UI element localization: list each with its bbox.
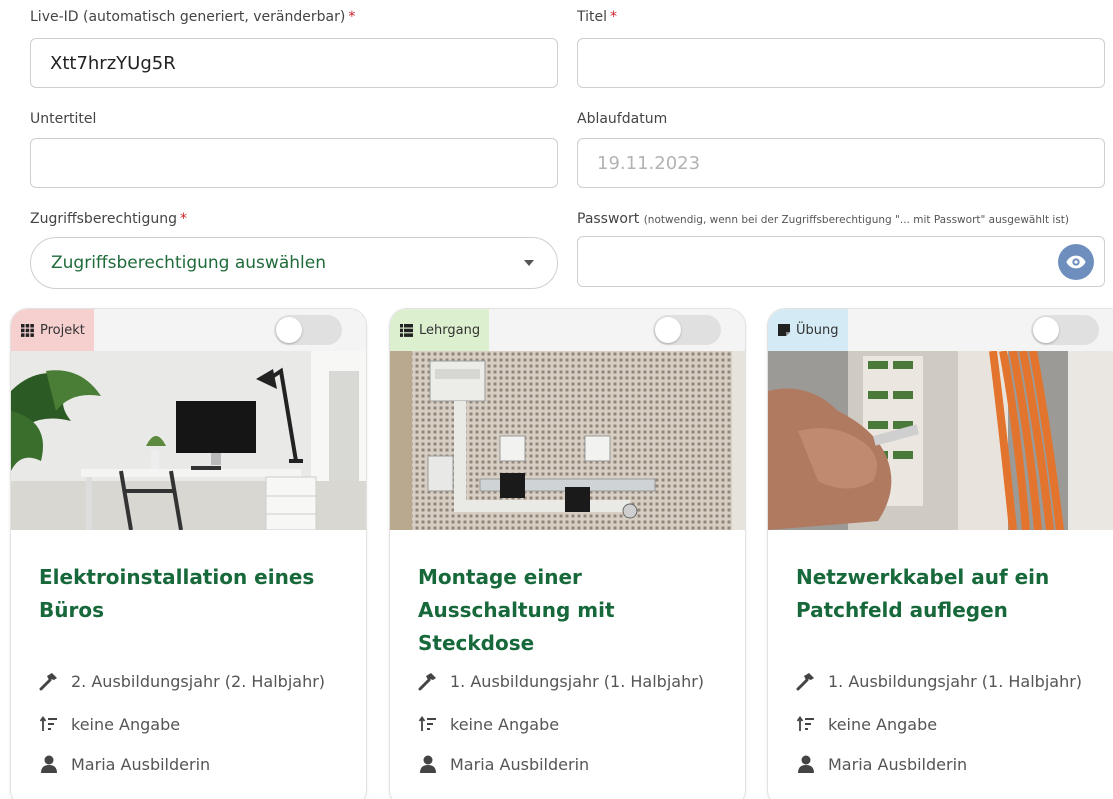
toggle-knob <box>655 317 681 343</box>
meta-author-text: Maria Ausbilderin <box>450 754 590 774</box>
card-meta-author: Maria Ausbilderin <box>796 754 967 774</box>
eye-icon <box>1066 255 1086 269</box>
meta-level-text: keine Angabe <box>450 714 560 734</box>
meta-author-text: Maria Ausbilderin <box>71 754 211 774</box>
card-header: Lehrgang <box>390 309 745 351</box>
type-label: Lehrgang <box>419 322 481 338</box>
card-title[interactable]: Montage einer Ausschaltung mit Steckdose <box>418 561 718 660</box>
card-meta-level: keine Angabe <box>796 714 937 734</box>
live-id-input[interactable] <box>30 38 558 88</box>
toggle-knob <box>276 317 302 343</box>
card-meta-level: keine Angabe <box>418 714 559 734</box>
office-desk-image <box>11 351 366 530</box>
title-label: Titel * <box>577 9 618 25</box>
required-marker: * <box>610 9 618 25</box>
expiry-date-input[interactable] <box>577 138 1105 188</box>
card-meta-author: Maria Ausbilderin <box>418 754 589 774</box>
card-meta-year: 1. Ausbildungsjahr (1. Halbjahr) <box>418 671 704 691</box>
password-input[interactable] <box>577 236 1105 287</box>
sort-level-icon <box>418 715 436 731</box>
required-marker: * <box>348 9 356 25</box>
publish-toggle[interactable] <box>1031 315 1099 345</box>
publish-toggle[interactable] <box>274 315 342 345</box>
live-id-label: Live-ID (automatisch generiert, veränder… <box>30 9 356 25</box>
content-card[interactable]: Projekt Elektroinstallation eines Büros … <box>10 308 367 799</box>
type-label: Übung <box>796 322 839 338</box>
card-meta-author: Maria Ausbilderin <box>39 754 210 774</box>
type-badge: Lehrgang <box>390 309 490 351</box>
card-image <box>768 351 1113 530</box>
content-card[interactable]: Lehrgang Montage einer Ausschaltung mit … <box>389 308 746 799</box>
meta-level-text: keine Angabe <box>828 714 938 734</box>
meta-year-text: 1. Ausbildungsjahr (1. Halbjahr) <box>450 671 705 691</box>
hammer-icon <box>39 673 57 691</box>
patch-panel-image <box>768 351 1113 530</box>
card-meta-year: 1. Ausbildungsjahr (1. Halbjahr) <box>796 671 1082 691</box>
note-icon <box>778 324 790 336</box>
card-meta-year: 2. Ausbildungsjahr (2. Halbjahr) <box>39 671 325 691</box>
card-header: Projekt <box>11 309 366 351</box>
card-title[interactable]: Elektroinstallation eines Büros <box>39 561 339 627</box>
type-badge: Projekt <box>11 309 94 351</box>
publish-toggle[interactable] <box>653 315 721 345</box>
user-icon <box>420 755 436 773</box>
sort-level-icon <box>796 715 814 731</box>
card-meta-level: keine Angabe <box>39 714 180 734</box>
list-icon <box>400 323 413 337</box>
access-select-value: Zugriffsberechtigung auswählen <box>51 253 326 273</box>
meta-author-text: Maria Ausbilderin <box>828 754 968 774</box>
meta-year-text: 2. Ausbildungsjahr (2. Halbjahr) <box>71 671 326 691</box>
card-image <box>11 351 366 530</box>
user-icon <box>41 755 57 773</box>
show-password-button[interactable] <box>1058 244 1094 280</box>
grid-icon <box>21 323 34 337</box>
password-hint: (notwendig, wenn bei der Zugriffsberecht… <box>643 214 1069 226</box>
title-input[interactable] <box>577 38 1105 88</box>
meta-year-text: 1. Ausbildungsjahr (1. Halbjahr) <box>828 671 1083 691</box>
subtitle-label: Untertitel <box>30 111 97 127</box>
dropdown-caret-icon <box>524 260 534 266</box>
access-select[interactable]: Zugriffsberechtigung auswählen <box>30 237 558 289</box>
access-label: Zugriffsberechtigung * <box>30 211 187 227</box>
subtitle-input[interactable] <box>30 138 558 188</box>
type-badge: Übung <box>768 309 848 351</box>
content-card[interactable]: Übung Netzwerkkabel auf ein Patchfeld au… <box>767 308 1113 799</box>
hammer-icon <box>418 673 436 691</box>
card-title[interactable]: Netzwerkkabel auf ein Patchfeld auflegen <box>796 561 1096 627</box>
meta-level-text: keine Angabe <box>71 714 181 734</box>
sort-level-icon <box>39 715 57 731</box>
card-header: Übung <box>768 309 1113 351</box>
installation-board-image <box>390 351 745 530</box>
type-label: Projekt <box>40 322 85 338</box>
card-image <box>390 351 745 530</box>
user-icon <box>798 755 814 773</box>
toggle-knob <box>1033 317 1059 343</box>
password-label: Passwort (notwendig, wenn bei der Zugrif… <box>577 211 1069 227</box>
expiry-label: Ablaufdatum <box>577 111 668 127</box>
hammer-icon <box>796 673 814 691</box>
required-marker: * <box>179 211 187 227</box>
